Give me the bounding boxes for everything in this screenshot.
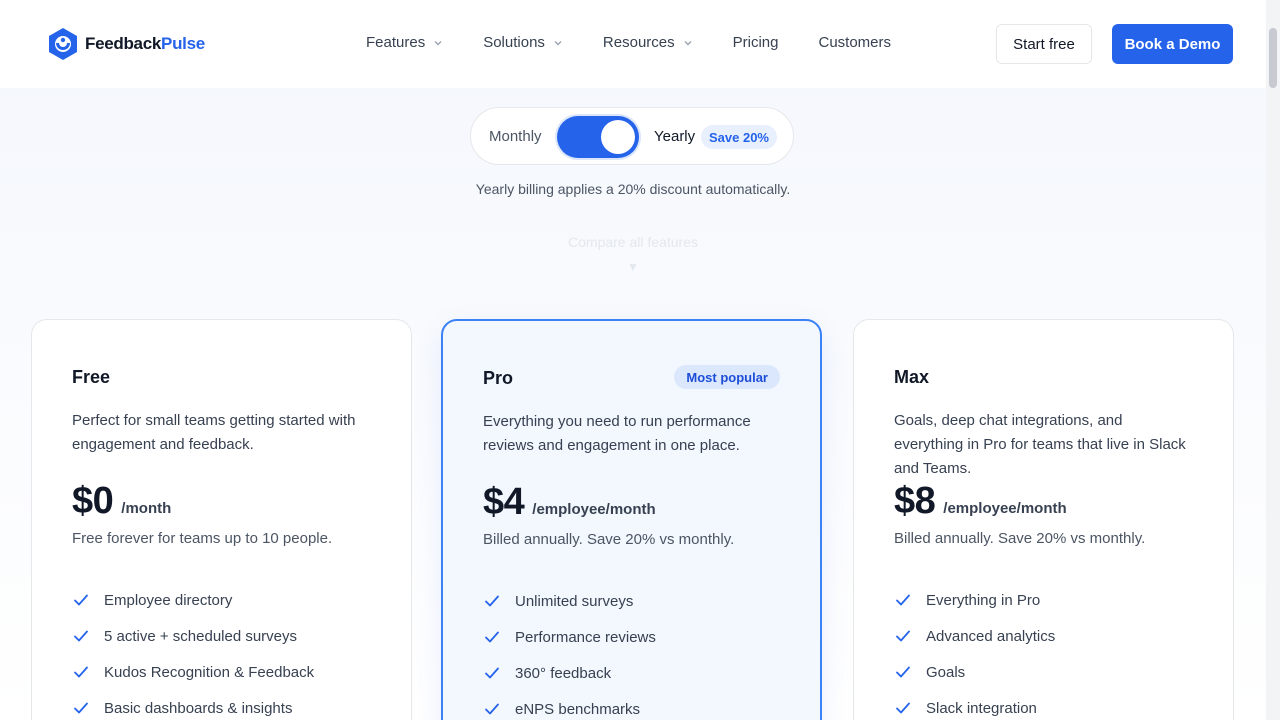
nav-resources-label: Resources (602, 34, 675, 51)
billing-note: Yearly billing applies a 20% discount au… (475, 181, 791, 197)
plan-price: $0 (72, 480, 114, 522)
start-free-button[interactable]: Start free (996, 24, 1092, 64)
plan-price-unit: /month (121, 500, 172, 517)
feature-item: Slack integration (894, 690, 1055, 720)
book-demo-button[interactable]: Book a Demo (1112, 24, 1233, 64)
feature-item: Unlimited surveys (483, 583, 656, 619)
plan-price-unit: /employee/month (943, 500, 1067, 517)
brand-name-part2: Pulse (161, 34, 205, 53)
checkmark-icon (485, 667, 499, 679)
chevron-down-icon (434, 40, 442, 45)
feature-item: 360° feedback (483, 655, 656, 691)
chevron-down-icon (554, 40, 562, 45)
plan-feature-list: Everything in Pro Advanced analytics Goa… (894, 582, 1055, 720)
plan-price-row: $4 /employee/month (483, 481, 656, 524)
plan-price: $8 (894, 480, 936, 522)
feature-label: Advanced analytics (926, 627, 1056, 645)
billing-toggle-group: Monthly Yearly Save 20% (470, 107, 794, 165)
plan-price-unit: /employee/month (532, 501, 656, 518)
brand-name: FeedbackPulse (85, 34, 205, 54)
nav-customers-label: Customers (818, 34, 892, 51)
checkmark-icon (896, 630, 910, 642)
plan-card-pro: Pro Most popular Everything you need to … (441, 319, 822, 720)
checkmark-icon (485, 631, 499, 643)
chevron-down-icon (684, 40, 692, 45)
feature-item: Basic dashboards & insights (72, 690, 314, 720)
feature-item: 5 active + scheduled surveys (72, 618, 314, 654)
brand-logo[interactable]: FeedbackPulse (47, 27, 205, 61)
feature-item: Performance reviews (483, 619, 656, 655)
feature-label: Slack integration (926, 699, 1037, 717)
feature-label: Employee directory (104, 591, 233, 609)
checkmark-icon (485, 595, 499, 607)
feature-item: Everything in Pro (894, 582, 1055, 618)
feature-label: Kudos Recognition & Feedback (104, 663, 315, 681)
checkmark-icon (896, 594, 910, 606)
feature-item: Employee directory (72, 582, 314, 618)
plan-feature-list: Employee directory 5 active + scheduled … (72, 582, 314, 720)
plan-name: Pro (483, 368, 514, 388)
nav-pricing-label: Pricing (732, 34, 779, 51)
feature-label: Everything in Pro (926, 591, 1041, 609)
checkmark-icon (485, 703, 499, 715)
nav-pricing[interactable]: Pricing (733, 34, 779, 51)
plan-feature-list: Unlimited surveys Performance reviews 36… (483, 583, 656, 720)
nav-features[interactable]: Features (366, 34, 443, 51)
plan-card-free: Free Perfect for small teams getting sta… (31, 319, 412, 720)
billing-monthly-label[interactable]: Monthly (489, 128, 542, 145)
feature-item: Advanced analytics (894, 618, 1055, 654)
plan-price: $4 (483, 481, 525, 523)
nav-customers[interactable]: Customers (818, 34, 891, 51)
nav-features-label: Features (366, 34, 426, 51)
compare-features-link[interactable]: Compare all features (0, 234, 1266, 250)
feature-label: Unlimited surveys (515, 592, 634, 610)
feature-label: Basic dashboards & insights (104, 699, 293, 717)
page-scrollbar[interactable] (1266, 0, 1280, 720)
most-popular-badge: Most popular (674, 365, 780, 389)
plan-card-max: Max Goals, deep chat integrations, and e… (853, 319, 1234, 720)
feature-label: Performance reviews (515, 628, 656, 646)
nav-solutions-label: Solutions (483, 34, 545, 51)
plan-description: Everything you need to run performance r… (483, 413, 751, 454)
feature-label: 5 active + scheduled surveys (104, 627, 298, 645)
feature-item: Kudos Recognition & Feedback (72, 654, 314, 690)
plan-description: Perfect for small teams getting started … (72, 412, 356, 453)
checkmark-icon (74, 702, 88, 714)
nav-solutions[interactable]: Solutions (483, 34, 563, 51)
switch-knob (601, 120, 635, 154)
checkmark-icon (74, 594, 88, 606)
billing-period-switch[interactable] (557, 116, 639, 158)
arrow-down-icon: ▼ (627, 260, 639, 274)
checkmark-icon (74, 630, 88, 642)
plan-name: Free (72, 367, 111, 387)
plan-description: Goals, deep chat integrations, and every… (894, 412, 1186, 477)
main-nav: Features Solutions Resources Pricing Cus… (366, 34, 931, 51)
plan-name: Max (894, 367, 930, 387)
brand-name-part1: Feedback (85, 34, 162, 53)
checkmark-icon (896, 666, 910, 678)
plan-price-note: Billed annually. Save 20% vs monthly. (483, 531, 735, 548)
feature-label: eNPS benchmarks (515, 700, 641, 718)
feature-item: eNPS benchmarks (483, 691, 656, 720)
plan-price-note: Billed annually. Save 20% vs monthly. (894, 530, 1146, 547)
feature-label: 360° feedback (515, 664, 612, 682)
nav-resources[interactable]: Resources (603, 34, 693, 51)
plan-price-note: Free forever for teams up to 10 people. (72, 530, 333, 547)
plan-price-row: $0 /month (72, 480, 171, 523)
billing-yearly-label[interactable]: Yearly (654, 128, 695, 145)
feature-item: Goals (894, 654, 1055, 690)
checkmark-icon (896, 702, 910, 714)
feature-label: Goals (926, 663, 966, 681)
plan-price-row: $8 /employee/month (894, 480, 1067, 523)
checkmark-icon (74, 666, 88, 678)
scrollbar-thumb[interactable] (1269, 28, 1277, 88)
site-header: FeedbackPulse Features Solutions Resourc… (0, 0, 1266, 88)
save-badge: Save 20% (701, 125, 777, 149)
logo-hexagon-icon (49, 28, 77, 60)
